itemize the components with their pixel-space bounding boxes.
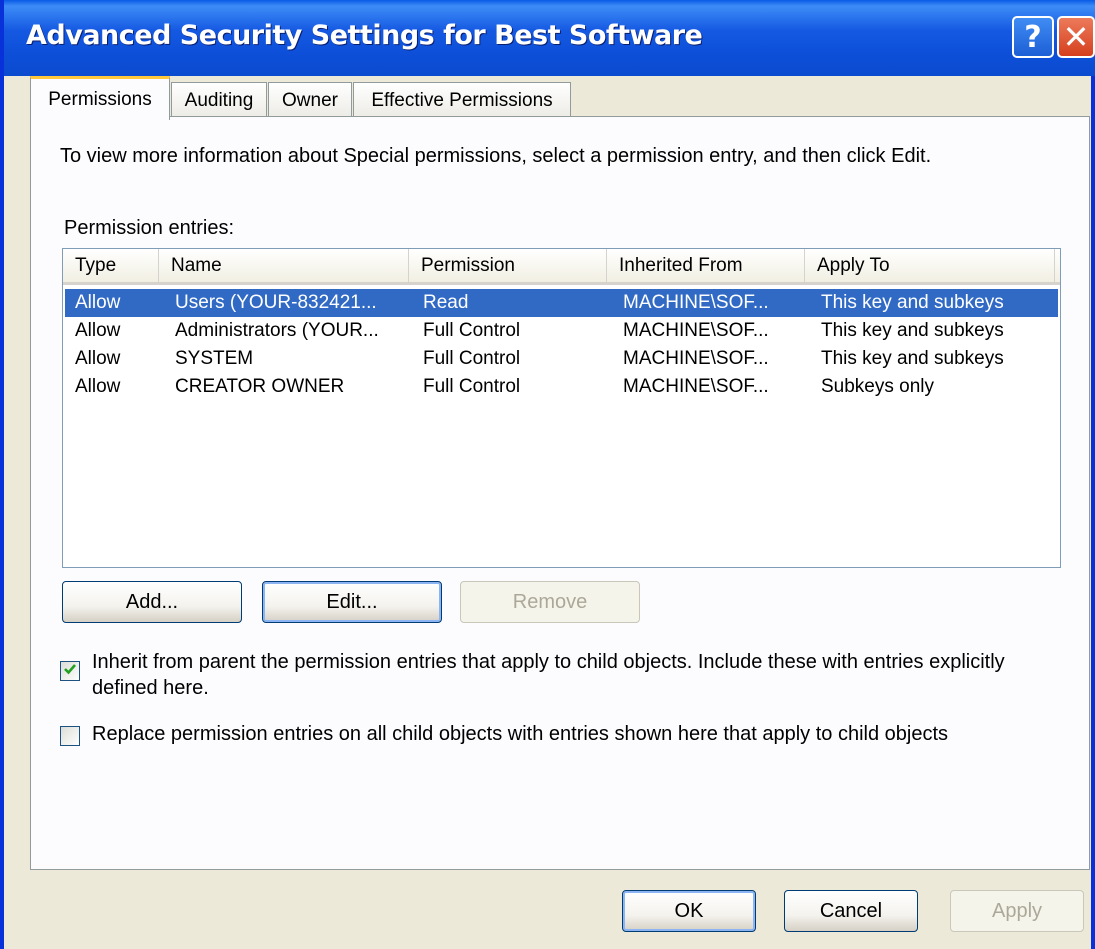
inherit-checkbox-label-line1[interactable]: Inherit from parent the permission entri… [92,651,1005,674]
add-button-label: Add... [125,590,179,613]
tab-permissions-label: Permissions [48,88,152,110]
inherit-checkbox[interactable] [60,661,80,681]
window-title: Advanced Security Settings for Best Soft… [26,20,703,51]
permission-entries-list[interactable]: Type Name Permission Inherited From Appl… [62,248,1061,568]
edit-button[interactable]: Edit... [262,581,442,623]
ok-button-label: OK [674,899,704,922]
column-header-type[interactable]: Type [63,249,159,282]
close-button[interactable]: ✕ [1057,16,1095,58]
cancel-button[interactable]: Cancel [784,890,918,932]
replace-checkbox-label[interactable]: Replace permission entries on all child … [92,723,948,746]
column-name-label: Name [171,254,222,276]
checkmark-icon [62,661,78,682]
info-text: To view more information about Special p… [60,145,932,167]
dialog-window: Advanced Security Settings for Best Soft… [0,0,1095,949]
help-icon: ? [1024,19,1042,55]
close-icon: ✕ [1062,18,1090,56]
column-apply-to-label: Apply To [817,254,890,276]
column-header-apply-to[interactable]: Apply To [805,249,1055,282]
apply-button-label: Apply [991,899,1043,922]
column-permission-label: Permission [421,254,515,276]
list-header: Type Name Permission Inherited From Appl… [63,249,1060,285]
inherit-checkbox-label-line2[interactable]: defined here. [92,677,209,700]
replace-checkbox[interactable] [60,726,80,746]
ok-button[interactable]: OK [622,890,756,932]
column-header-permission[interactable]: Permission [409,249,607,282]
help-button[interactable]: ? [1012,16,1054,58]
cell-permission: Full Control [423,348,521,369]
permission-entries-label: Permission entries: [64,217,235,239]
cell-inherited-from: MACHINE\SOF... [623,348,769,369]
cell-name: Administrators (YOUR... [175,320,379,341]
cell-inherited-from: MACHINE\SOF... [623,320,769,341]
apply-button[interactable]: Apply [950,890,1084,932]
column-header-name[interactable]: Name [159,249,409,282]
tab-effective-permissions[interactable]: Effective Permissions [353,82,571,118]
title-bar[interactable]: Advanced Security Settings for Best Soft… [4,0,1095,76]
edit-button-label: Edit... [326,590,378,613]
table-row[interactable]: Allow CREATOR OWNER Full Control MACHINE… [65,373,1058,401]
cell-name: SYSTEM [175,348,254,369]
tab-owner[interactable]: Owner [268,82,352,118]
cell-inherited-from: MACHINE\SOF... [623,376,769,397]
table-row[interactable]: Allow Users (YOUR-832421... Read MACHINE… [65,289,1058,317]
table-row[interactable]: Allow Administrators (YOUR... Full Contr… [65,317,1058,345]
cell-name: Users (YOUR-832421... [175,292,377,313]
column-type-label: Type [75,254,117,276]
tab-effective-permissions-label: Effective Permissions [371,89,553,111]
cell-permission: Full Control [423,376,521,397]
add-button[interactable]: Add... [62,581,242,623]
column-inherited-from-label: Inherited From [619,254,743,276]
cell-apply-to: Subkeys only [821,376,935,397]
cell-apply-to: This key and subkeys [821,320,1004,341]
cell-apply-to: This key and subkeys [821,348,1004,369]
cell-type: Allow [75,376,121,397]
cell-apply-to: This key and subkeys [821,292,1004,313]
tab-auditing[interactable]: Auditing [171,82,267,118]
column-header-inherited-from[interactable]: Inherited From [607,249,805,282]
remove-button[interactable]: Remove [460,581,640,623]
cell-name: CREATOR OWNER [175,376,345,397]
cell-permission: Read [423,292,469,313]
cell-type: Allow [75,348,121,369]
cell-inherited-from: MACHINE\SOF... [623,292,769,313]
cell-type: Allow [75,320,121,341]
tab-auditing-label: Auditing [184,89,254,111]
cell-permission: Full Control [423,320,521,341]
tab-permissions[interactable]: Permissions [30,76,170,120]
table-row[interactable]: Allow SYSTEM Full Control MACHINE\SOF...… [65,345,1058,373]
cell-type: Allow [75,292,121,313]
tab-owner-label: Owner [282,89,338,111]
remove-button-label: Remove [512,590,588,613]
cancel-button-label: Cancel [819,899,883,922]
